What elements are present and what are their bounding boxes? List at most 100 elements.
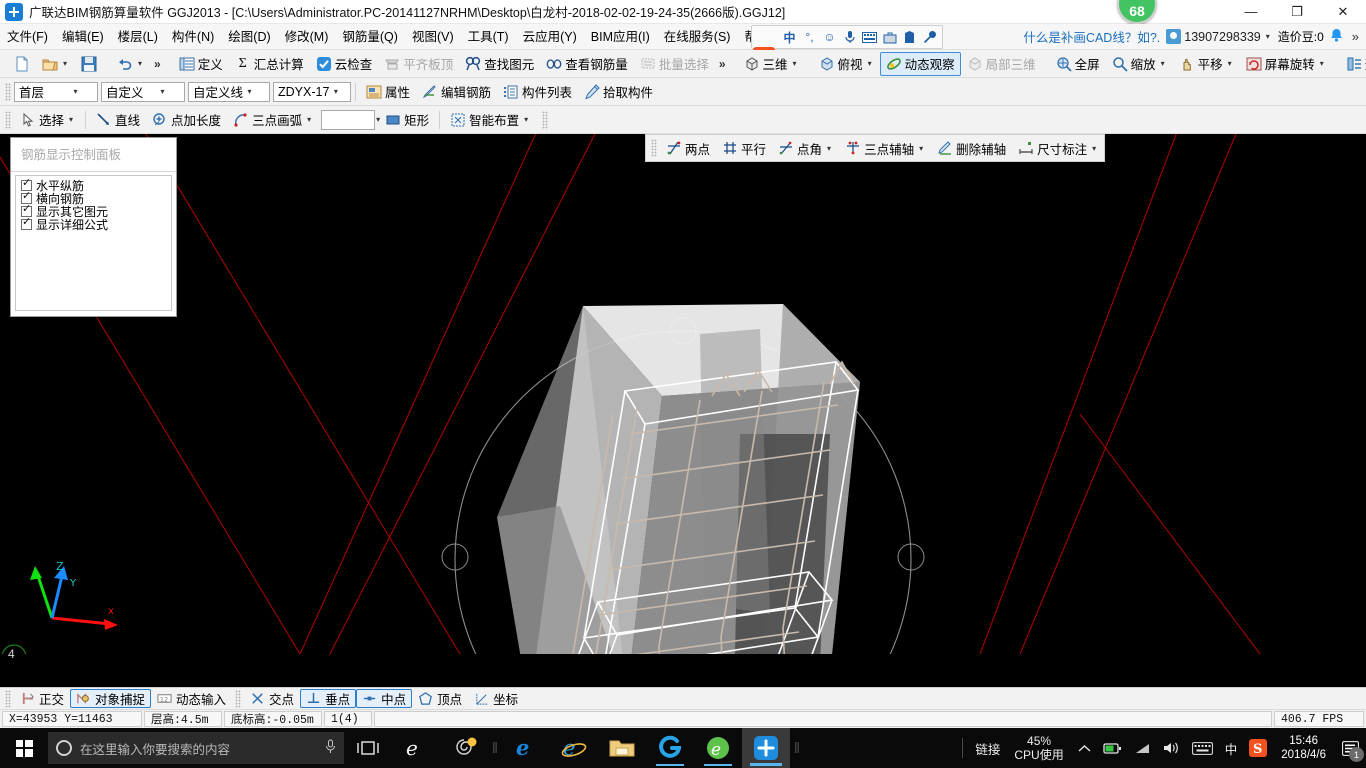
- pick-component-button[interactable]: 拾取构件: [578, 80, 659, 104]
- ime-emoji-icon[interactable]: ☺: [821, 29, 838, 46]
- snap-vertex-button[interactable]: 顶点: [412, 689, 468, 708]
- chevron-down-icon[interactable]: ▾: [1226, 59, 1234, 68]
- toolbar-grip[interactable]: [235, 689, 242, 708]
- properties-button[interactable]: 属性: [360, 80, 416, 104]
- batch-select-button[interactable]: 批量选择: [634, 52, 715, 76]
- minimize-button[interactable]: —: [1228, 0, 1274, 24]
- snap-perpendicular-button[interactable]: 垂点: [300, 689, 357, 708]
- snap-ortho-button[interactable]: 正交: [14, 689, 70, 708]
- menu-tools[interactable]: 工具(T): [461, 24, 516, 50]
- menu-edit[interactable]: 编辑(E): [55, 24, 111, 50]
- battery-icon[interactable]: [1097, 742, 1128, 755]
- option-row[interactable]: 显示详细公式: [18, 216, 169, 232]
- top-view-button[interactable]: 俯视 ▾: [813, 52, 880, 76]
- view-rebar-qty-button[interactable]: 查看钢筋量: [540, 52, 634, 76]
- ime-punctuation-icon[interactable]: °,: [801, 29, 818, 46]
- snap-coordinate-button[interactable]: 坐标: [468, 689, 524, 708]
- toolbar-grip[interactable]: [651, 139, 657, 157]
- three-point-arc-button[interactable]: 三点画弧 ▾: [227, 108, 319, 132]
- action-center-button[interactable]: 1: [1334, 728, 1366, 768]
- component-list-button[interactable]: 构件列表: [497, 80, 578, 104]
- taskbar-app-ggj[interactable]: [742, 728, 790, 768]
- toolbar-grip[interactable]: [5, 689, 11, 708]
- ime-toolbox-icon[interactable]: [881, 29, 898, 46]
- volume-icon[interactable]: [1157, 741, 1186, 755]
- menu-online-service[interactable]: 在线服务(S): [657, 24, 738, 50]
- chevron-down-icon[interactable]: ▾: [156, 87, 169, 96]
- taskbar-clock[interactable]: 15:46 2018/4/6: [1273, 734, 1334, 762]
- menu-bim-app[interactable]: BIM应用(I): [584, 24, 657, 50]
- snap-dynamic-input-button[interactable]: 12 动态输入: [151, 689, 232, 708]
- keyboard-icon[interactable]: [1186, 741, 1219, 755]
- rebar-display-control-panel[interactable]: 钢筋显示控制面板 水平纵筋 横向钢筋 显示其它图元 显示详细公式: [10, 137, 177, 317]
- menu-draw[interactable]: 绘图(D): [221, 24, 277, 50]
- chevron-down-icon[interactable]: ▾: [825, 144, 833, 153]
- edit-rebar-button[interactable]: 编辑钢筋: [416, 80, 497, 104]
- snap-intersection-button[interactable]: 交点: [244, 689, 300, 708]
- account-chip[interactable]: 13907298339 ▾: [1166, 29, 1272, 44]
- menu-component[interactable]: 构件(N): [165, 24, 221, 50]
- select-tool-button[interactable]: 选择 ▾: [14, 108, 81, 132]
- maximize-button[interactable]: ❐: [1274, 0, 1320, 24]
- ime-mode-icon[interactable]: 中: [781, 29, 798, 46]
- chevron-down-icon[interactable]: ▾: [791, 59, 799, 68]
- snap-object-button[interactable]: 对象捕捉: [70, 689, 152, 708]
- point-length-button[interactable]: 点加长度: [146, 108, 227, 132]
- three-point-aux-axis-button[interactable]: 三点辅轴 ▾: [839, 136, 931, 160]
- zoom-button[interactable]: 缩放 ▾: [1106, 52, 1173, 76]
- chevron-down-icon[interactable]: ▾: [1318, 59, 1326, 68]
- drawing-viewport[interactable]: 两点 平行 点角 ▾ 三点辅轴 ▾ 删除辅轴 尺寸标注 ▾ x Z Y 4 钢筋…: [0, 134, 1366, 687]
- taskbar-app-360[interactable]: e: [694, 728, 742, 768]
- chevron-down-icon[interactable]: ▾: [1090, 144, 1098, 153]
- fullscreen-button[interactable]: 全屏: [1050, 52, 1106, 76]
- ime-indicator[interactable]: 中: [1219, 739, 1244, 758]
- chevron-down-icon[interactable]: ▾: [61, 59, 69, 68]
- undo-button[interactable]: ▾: [111, 52, 150, 76]
- component-type-combo[interactable]: 自定义 ▾: [101, 81, 185, 102]
- rectangle-button[interactable]: 矩形: [379, 108, 435, 132]
- chevron-down-icon[interactable]: ▾: [329, 87, 342, 96]
- draw-options-combo[interactable]: ▾: [321, 109, 380, 130]
- two-point-axis-button[interactable]: 两点: [660, 136, 716, 160]
- menu-rebar-qty[interactable]: 钢筋量(Q): [335, 24, 405, 50]
- component-kind-combo[interactable]: 自定义线 ▾: [188, 81, 270, 102]
- three-d-button[interactable]: 三维 ▾: [738, 52, 805, 76]
- point-angle-button[interactable]: 点角 ▾: [772, 136, 839, 160]
- chevron-down-icon[interactable]: ▾: [305, 115, 313, 124]
- cpu-usage-widget[interactable]: 45% CPU使用: [1006, 734, 1071, 762]
- chevron-down-icon[interactable]: ▾: [866, 59, 874, 68]
- sogou-tray-icon[interactable]: S: [1243, 739, 1273, 757]
- chevron-down-icon[interactable]: ▾: [136, 59, 144, 68]
- menu-view[interactable]: 视图(V): [405, 24, 461, 50]
- save-button[interactable]: [75, 52, 103, 76]
- taskbar-search-box[interactable]: 在这里输入你要搜索的内容: [48, 732, 344, 764]
- define-button[interactable]: 定义: [173, 52, 229, 76]
- dimension-button[interactable]: 尺寸标注 ▾: [1012, 136, 1104, 160]
- checkbox-show-detailed-formula[interactable]: [21, 216, 32, 230]
- menu-cloud-app[interactable]: 云应用(Y): [516, 24, 584, 50]
- dynamic-orbit-button[interactable]: 动态观察: [879, 51, 961, 76]
- pan-button[interactable]: 平移 ▾: [1173, 52, 1240, 76]
- menubar-overflow-icon[interactable]: »: [1349, 29, 1362, 44]
- chevron-down-icon[interactable]: ▾: [67, 115, 75, 124]
- toolbar-overflow-left-icon[interactable]: »: [150, 57, 165, 71]
- tray-chevron-up-icon[interactable]: [1072, 744, 1097, 753]
- screen-rotate-button[interactable]: 屏幕旋转 ▾: [1240, 52, 1332, 76]
- toolbar-overflow-mid-icon[interactable]: »: [715, 57, 730, 71]
- start-button[interactable]: [0, 728, 48, 768]
- menu-file[interactable]: 文件(F): [0, 24, 55, 50]
- align-slab-top-button[interactable]: 平齐板顶: [378, 52, 459, 76]
- microphone-icon[interactable]: [325, 739, 336, 757]
- select-floor-button[interactable]: 选择楼层: [1340, 52, 1366, 76]
- ime-keyboard-icon[interactable]: [861, 29, 878, 46]
- chevron-down-icon[interactable]: ▾: [917, 144, 925, 153]
- taskbar-app-glodon[interactable]: [646, 728, 694, 768]
- local-3d-button[interactable]: 局部三维: [961, 52, 1042, 76]
- chevron-down-icon[interactable]: ▾: [1159, 59, 1167, 68]
- chevron-down-icon[interactable]: ▾: [69, 87, 82, 96]
- notification-badge[interactable]: 68: [1117, 0, 1157, 24]
- delete-aux-axis-button[interactable]: 删除辅轴: [931, 136, 1012, 160]
- menu-floor[interactable]: 楼层(L): [111, 24, 165, 50]
- cloud-check-button[interactable]: 云检查: [310, 52, 379, 76]
- task-view-button[interactable]: [344, 728, 392, 768]
